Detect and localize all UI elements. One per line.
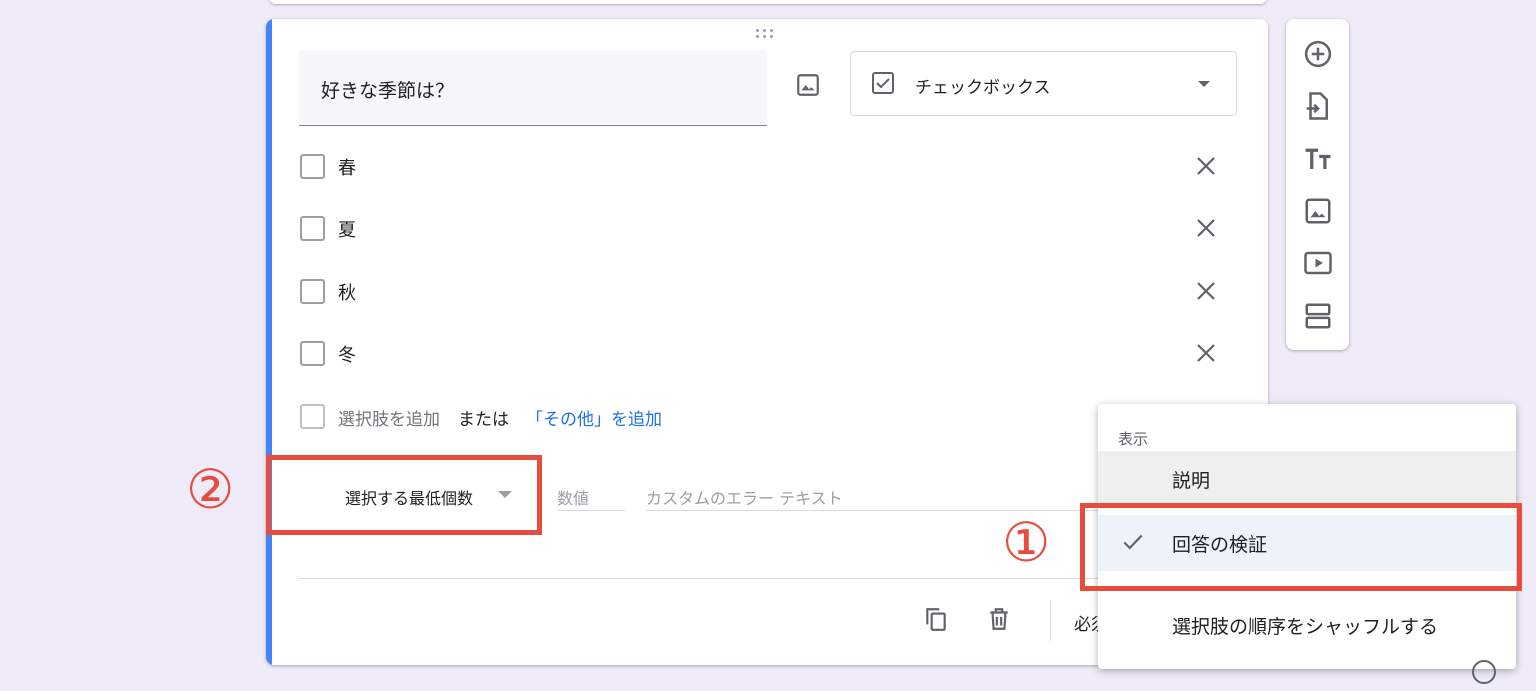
menu-item-label: 説明 [1172, 470, 1211, 492]
remove-option-icon[interactable] [1194, 279, 1218, 303]
checkbox-icon [300, 216, 325, 241]
option-label[interactable]: 春 [338, 154, 356, 180]
insert-image-icon[interactable] [795, 72, 821, 98]
or-text: または [458, 410, 509, 430]
question-title-field[interactable]: 好きな季節は？ [299, 50, 767, 126]
help-icon[interactable] [1472, 660, 1496, 684]
checkbox-icon [300, 279, 325, 304]
divider [1050, 601, 1051, 641]
menu-item-label: 選択肢の順序をシャッフルする [1172, 616, 1439, 638]
option-row[interactable]: 夏 [300, 214, 1220, 242]
menu-item-description[interactable]: 説明 [1098, 451, 1516, 507]
remove-option-icon[interactable] [1194, 341, 1218, 365]
delete-icon[interactable] [986, 606, 1012, 632]
menu-item-shuffle-options[interactable]: 選択肢の順序をシャッフルする [1098, 597, 1516, 653]
chevron-down-icon [1198, 81, 1210, 87]
option-row[interactable]: 冬 [300, 339, 1220, 367]
import-questions-icon[interactable] [1303, 91, 1333, 121]
add-other-link[interactable]: 「その他」を追加 [526, 405, 662, 430]
side-toolbar [1286, 19, 1349, 350]
add-section-icon[interactable] [1303, 301, 1333, 331]
remove-option-icon[interactable] [1194, 216, 1218, 240]
annotation-number-1: ① [1002, 511, 1051, 574]
annotation-box-2 [266, 455, 542, 535]
menu-header: 表示 [1118, 430, 1149, 448]
add-option-button[interactable]: 選択肢を追加 [338, 405, 440, 430]
previous-question-card [268, 0, 1268, 4]
question-type-label: チェックボックス [915, 78, 1051, 98]
option-label[interactable]: 秋 [338, 279, 356, 305]
drag-handle-icon[interactable] [756, 29, 780, 41]
add-question-icon[interactable] [1303, 39, 1333, 69]
option-label[interactable]: 冬 [338, 341, 356, 367]
annotation-number-2: ② [186, 458, 235, 521]
checkbox-type-icon [872, 72, 894, 94]
option-label[interactable]: 夏 [338, 216, 356, 242]
add-video-icon[interactable] [1303, 248, 1333, 278]
option-row[interactable]: 春 [300, 152, 1220, 180]
active-accent-bar [266, 19, 272, 665]
question-title: 好きな季節は？ [321, 80, 455, 102]
add-image-icon[interactable] [1303, 196, 1333, 226]
checkbox-icon [300, 404, 325, 429]
checkbox-icon [300, 154, 325, 179]
validation-number-input[interactable]: 数値 [557, 481, 625, 511]
checkbox-icon [300, 341, 325, 366]
duplicate-icon[interactable] [923, 606, 949, 632]
add-title-icon[interactable] [1303, 144, 1333, 174]
annotation-box-1 [1080, 503, 1522, 591]
remove-option-icon[interactable] [1194, 154, 1218, 178]
add-option-row: 選択肢を追加 または 「その他」を追加 [300, 402, 900, 430]
option-row[interactable]: 秋 [300, 277, 1220, 305]
question-type-select[interactable]: チェックボックス [850, 51, 1237, 116]
